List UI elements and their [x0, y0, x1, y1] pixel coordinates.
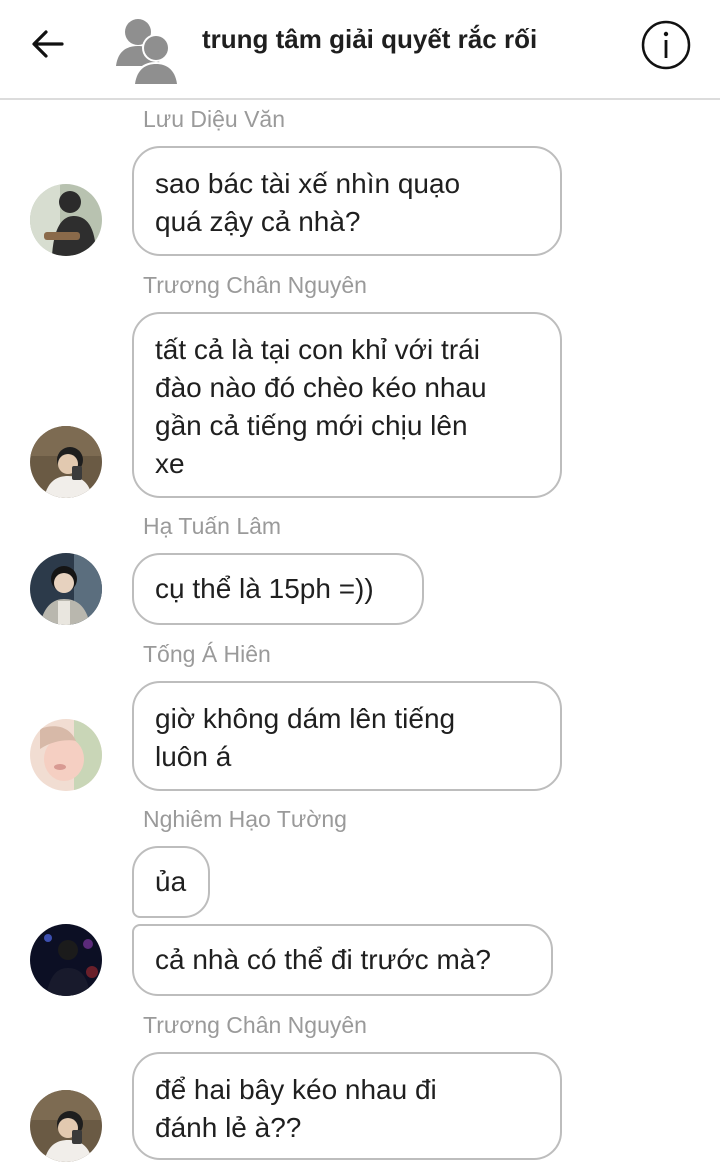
sender-name: Tống Á Hiên: [143, 641, 271, 667]
sender-name: Trương Chân Nguyên: [143, 272, 367, 298]
avatar[interactable]: [30, 184, 102, 256]
message-bubble[interactable]: giờ không dám lên tiếng luôn á: [132, 681, 562, 791]
avatar[interactable]: [30, 719, 102, 791]
message-line: cả nhà có thể đi trước mà?: [155, 944, 491, 975]
user-photo-icon: [30, 553, 102, 625]
chat-header: trung tâm giải quyết rắc rối: [0, 0, 720, 100]
user-photo-icon: [30, 1090, 102, 1162]
message-line: đánh lẻ à??: [155, 1112, 302, 1143]
message-line: cụ thể là 15ph =)): [155, 573, 374, 604]
sender-name: Nghiêm Hạo Tường: [143, 806, 347, 832]
user-photo-icon: [30, 924, 102, 996]
user-photo-icon: [30, 719, 102, 791]
message-bubble[interactable]: cụ thể là 15ph =)): [132, 553, 424, 625]
avatar[interactable]: [30, 553, 102, 625]
message-bubble[interactable]: tất cả là tại con khỉ với trái đào nào đ…: [132, 312, 562, 498]
message-line: để hai bây kéo nhau đi: [155, 1074, 437, 1105]
message-line: sao bác tài xế nhìn quạo: [155, 168, 461, 199]
sender-name: Hạ Tuấn Lâm: [143, 513, 282, 539]
message-line: gần cả tiếng mới chịu lên: [155, 410, 468, 441]
avatar[interactable]: [30, 1090, 102, 1162]
user-photo-icon: [30, 184, 102, 256]
user-photo-icon: [30, 426, 102, 498]
avatar[interactable]: [30, 924, 102, 996]
info-icon: [641, 20, 691, 70]
message-line: tất cả là tại con khỉ với trái: [155, 334, 480, 365]
group-avatar-icon: [116, 19, 180, 86]
info-button[interactable]: [640, 19, 692, 71]
group-avatar[interactable]: [114, 14, 184, 86]
message-line: quá zậy cả nhà?: [155, 206, 361, 237]
message-line: luôn á: [155, 741, 232, 772]
message-bubble[interactable]: ủa: [132, 846, 210, 918]
message-line: giờ không dám lên tiếng: [155, 703, 456, 734]
message-line: đào nào đó chèo kéo nhau: [155, 372, 487, 403]
sender-name: Lưu Diệu Văn: [143, 106, 285, 132]
avatar[interactable]: [30, 426, 102, 498]
message-bubble[interactable]: để hai bây kéo nhau đi đánh lẻ à??: [132, 1052, 562, 1160]
message-bubble[interactable]: cả nhà có thể đi trước mà?: [132, 924, 553, 996]
message-line: xe: [155, 448, 185, 479]
chat-title: trung tâm giải quyết rắc rối: [202, 24, 538, 54]
message-bubble[interactable]: sao bác tài xế nhìn quạo quá zậy cả nhà?: [132, 146, 562, 256]
arrow-left-icon: [32, 30, 64, 58]
sender-name: Trương Chân Nguyên: [143, 1012, 367, 1038]
back-button[interactable]: [28, 24, 68, 64]
message-line: ủa: [155, 866, 187, 897]
